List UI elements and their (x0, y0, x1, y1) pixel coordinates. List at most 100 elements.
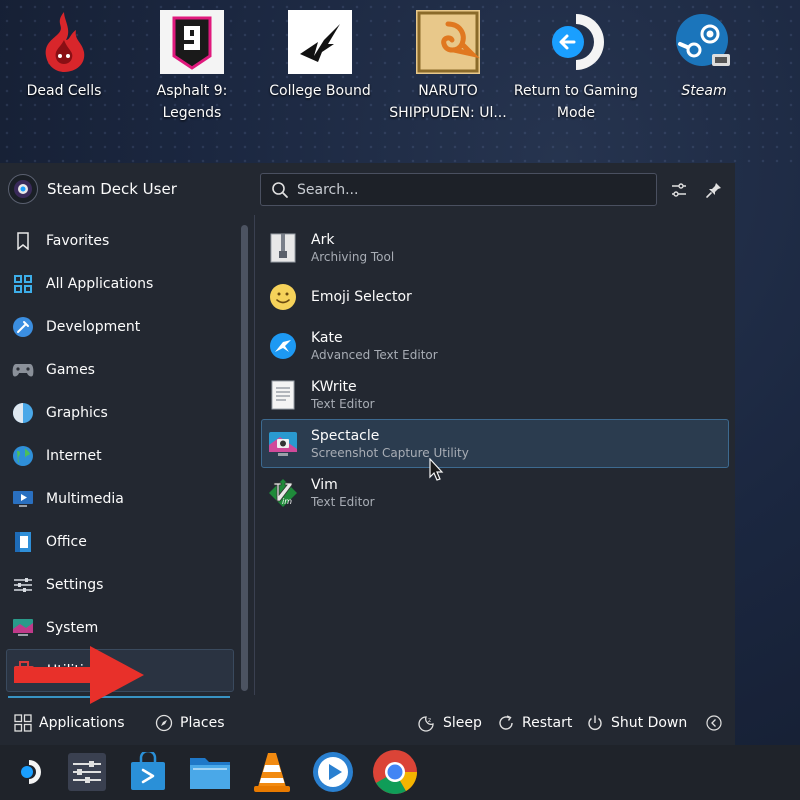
system-settings-taskbar[interactable] (64, 749, 110, 795)
search-field[interactable] (260, 173, 657, 206)
desktop-icons: Dead Cells Asphalt 9: Legends College Bo… (0, 0, 800, 160)
configure-button[interactable] (666, 177, 692, 203)
category-label: Graphics (46, 404, 108, 421)
sleep-button[interactable]: z Sleep (418, 708, 482, 738)
places-tab[interactable]: Places (155, 708, 225, 738)
category-scrollbar[interactable] (241, 225, 248, 691)
grid-icon (12, 273, 34, 295)
category-settings[interactable]: Settings (6, 563, 234, 606)
naruto-leaf-icon (416, 10, 480, 74)
asphalt-logo-icon (160, 10, 224, 74)
power-icon (588, 715, 602, 730)
return-arrow-icon (544, 10, 608, 74)
user-header[interactable]: Steam Deck User (0, 163, 250, 215)
pin-button[interactable] (701, 177, 727, 203)
category-label: All Applications (46, 275, 154, 292)
app-list: Ark Archiving Tool Emoji Selector Kate A… (261, 223, 729, 517)
chrome-taskbar[interactable] (372, 749, 418, 795)
desktop-icon-label: NARUTO SHIPPUDEN: Ul... (389, 83, 507, 121)
archive-icon (268, 233, 298, 263)
desktop-icon-return-gaming[interactable]: Return to Gaming Mode (512, 10, 640, 124)
category-label: Office (46, 533, 87, 550)
desktop-icon-label: Return to Gaming Mode (513, 83, 639, 121)
category-development[interactable]: Development (6, 305, 234, 348)
grid-icon (14, 713, 32, 732)
pin-icon (706, 183, 721, 198)
app-description: Advanced Text Editor (311, 347, 438, 362)
desktop-icon-asphalt[interactable]: Asphalt 9: Legends (128, 10, 256, 124)
desktop-icon-naruto[interactable]: NARUTO SHIPPUDEN: Ul... (384, 10, 512, 124)
media-player-taskbar[interactable] (310, 749, 356, 795)
app-description: Screenshot Capture Utility (311, 445, 469, 460)
office-icon (12, 531, 34, 553)
category-all-applications[interactable]: All Applications (6, 262, 234, 305)
app-name: KWrite (311, 378, 357, 395)
document-icon (268, 380, 298, 410)
category-games[interactable]: Games (6, 348, 234, 391)
globe-icon (12, 445, 34, 467)
category-label: Multimedia (46, 490, 124, 507)
user-name: Steam Deck User (47, 180, 177, 198)
svg-text:im: im (282, 497, 292, 506)
graphics-icon (12, 402, 34, 424)
vlc-taskbar[interactable] (249, 749, 295, 795)
discover-taskbar[interactable] (125, 749, 171, 795)
restart-icon (499, 714, 513, 730)
vlc-cone-icon (254, 753, 290, 792)
shutdown-button[interactable]: Shut Down (586, 708, 687, 738)
desktop-icon-label: Steam (681, 83, 727, 99)
restart-button[interactable]: Restart (497, 708, 572, 738)
vim-icon: im (268, 478, 298, 508)
file-manager-taskbar[interactable] (187, 749, 233, 795)
steam-logo-icon (672, 10, 736, 74)
search-icon (272, 181, 288, 198)
steam-deck-logo-icon (21, 760, 41, 784)
category-internet[interactable]: Internet (6, 434, 234, 477)
app-item-kwrite[interactable]: KWrite Text Editor (261, 370, 729, 419)
app-item-ark[interactable]: Ark Archiving Tool (261, 223, 729, 272)
desktop-icon-college-bound[interactable]: College Bound (256, 10, 384, 102)
sleep-label: Sleep (443, 714, 482, 731)
app-name: Ark (311, 231, 335, 248)
desktop-icon-dead-cells[interactable]: Dead Cells (0, 10, 128, 102)
desktop-icon-steam[interactable]: Steam (640, 10, 768, 102)
play-circle-icon (313, 752, 353, 792)
category-office[interactable]: Office (6, 520, 234, 563)
app-name: Emoji Selector (311, 288, 412, 305)
chevron-left-icon (706, 714, 722, 731)
category-label: Internet (46, 447, 102, 464)
camera-icon (268, 429, 298, 459)
app-name: Vim (311, 476, 338, 493)
app-description: Text Editor (311, 494, 375, 509)
category-label: System (46, 619, 99, 636)
app-item-spectacle[interactable]: Spectacle Screenshot Capture Utility (261, 419, 729, 468)
sleep-moon-icon: z (418, 715, 434, 732)
kate-icon (268, 331, 298, 361)
category-multimedia[interactable]: Multimedia (6, 477, 234, 520)
applications-tab[interactable]: Applications (14, 708, 125, 738)
restart-label: Restart (522, 714, 573, 731)
bookmark-icon (12, 230, 34, 252)
settings-sliders-icon (68, 753, 106, 791)
steam-deck-launcher-button[interactable] (6, 749, 52, 795)
red-arrow-annotation (14, 646, 144, 704)
gamepad-icon (12, 359, 34, 381)
chrome-icon (373, 750, 417, 794)
more-options-button[interactable] (706, 708, 729, 738)
desktop-icon-label: Asphalt 9: Legends (156, 83, 228, 121)
app-item-kate[interactable]: Kate Advanced Text Editor (261, 321, 729, 370)
app-item-emoji-selector[interactable]: Emoji Selector (261, 272, 729, 321)
category-favorites[interactable]: Favorites (6, 219, 234, 262)
category-label: Games (46, 361, 95, 378)
svg-text:z: z (428, 717, 431, 724)
avatar[interactable] (8, 174, 38, 204)
places-label: Places (180, 714, 225, 731)
search-input[interactable] (297, 181, 637, 198)
desktop-icon-label: Dead Cells (26, 83, 102, 99)
app-item-vim[interactable]: im Vim Text Editor (261, 468, 729, 517)
development-icon (12, 316, 34, 338)
folder-icon (190, 758, 230, 789)
shutdown-label: Shut Down (611, 714, 688, 731)
category-graphics[interactable]: Graphics (6, 391, 234, 434)
settings-sliders-icon (12, 574, 34, 596)
